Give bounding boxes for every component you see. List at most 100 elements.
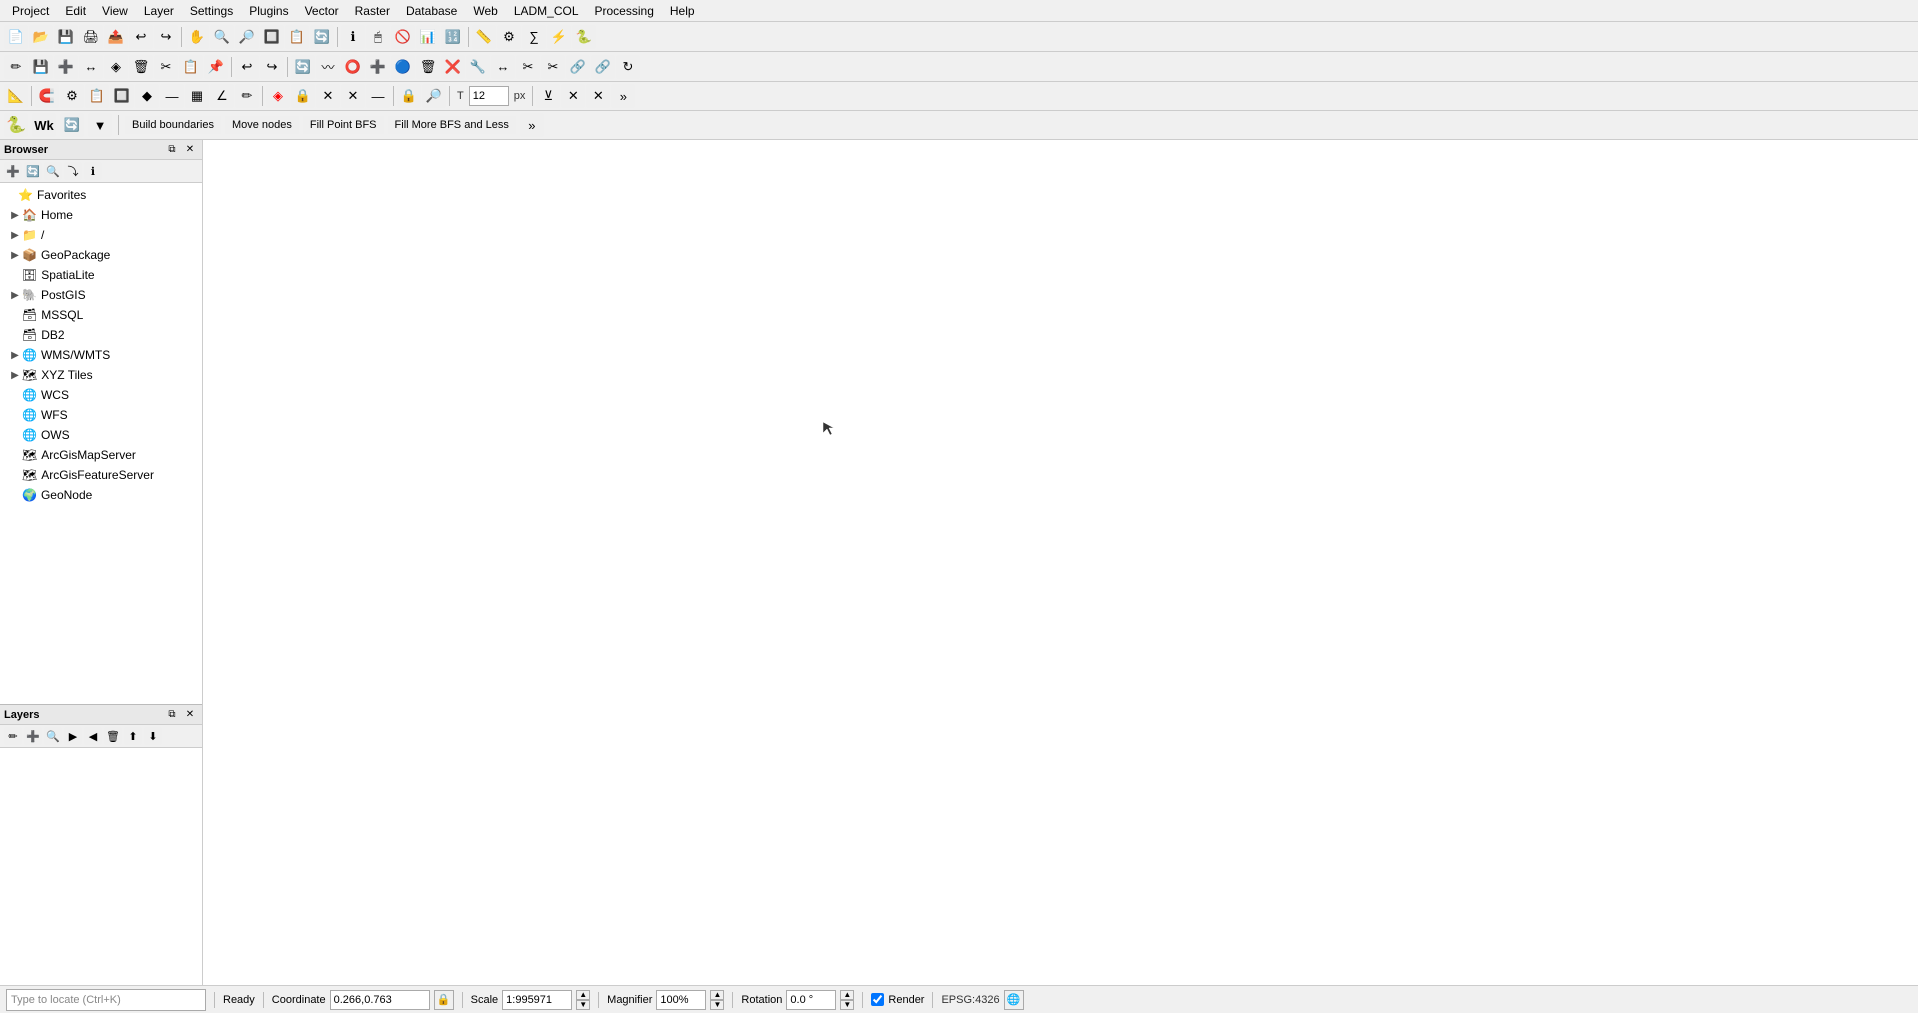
browser-tree-item[interactable]: 🗺ArcGisFeatureServer xyxy=(2,465,200,485)
attribute-table-button[interactable]: 📊 xyxy=(416,25,440,49)
browser-tree-item[interactable]: 🌐WCS xyxy=(2,385,200,405)
lock-angle-button[interactable]: ✕ xyxy=(316,84,340,108)
lock-scale-button[interactable]: 🔒 xyxy=(291,84,315,108)
redo-button[interactable]: ↪ xyxy=(154,25,178,49)
more-btn[interactable]: » xyxy=(611,84,635,108)
pan-button[interactable]: ✋ xyxy=(185,25,209,49)
layers-close-button[interactable]: ✕ xyxy=(182,707,198,723)
redo-edit-button[interactable]: ↪ xyxy=(260,55,284,79)
ladm-refresh-button[interactable]: 🔄 xyxy=(60,113,84,137)
render-checkbox[interactable] xyxy=(871,993,884,1006)
zoom-layer-button[interactable]: 📋 xyxy=(285,25,309,49)
rotate-button[interactable]: ↻ xyxy=(616,55,640,79)
scale-lock-button[interactable]: 🔒 xyxy=(397,84,421,108)
epsg-label[interactable]: EPSG:4326 xyxy=(941,994,999,1006)
browser-tree-item[interactable]: 🌐WFS xyxy=(2,405,200,425)
delete-ring-button[interactable]: 🗑 xyxy=(416,55,440,79)
layers-up-button[interactable]: ⬆ xyxy=(124,727,142,745)
ladm-dropdown-button[interactable]: ▼ xyxy=(88,113,112,137)
field-calc-button[interactable]: 🔢 xyxy=(441,25,465,49)
merge-features-button[interactable]: 🔗 xyxy=(566,55,590,79)
python-button[interactable]: 🐍 xyxy=(572,25,596,49)
browser-tree-item[interactable]: ▶📦GeoPackage xyxy=(2,245,200,265)
menu-settings[interactable]: Settings xyxy=(182,2,241,20)
add-feature-button[interactable]: ➕ xyxy=(54,55,78,79)
rotation-down-button[interactable]: ▼ xyxy=(840,1000,854,1010)
browser-tree-item[interactable]: 🗃MSSQL xyxy=(2,305,200,325)
node-tool-button[interactable]: ◈ xyxy=(104,55,128,79)
snap-config-button[interactable]: ⚙ xyxy=(60,84,84,108)
browser-tree-item[interactable]: 🗃DB2 xyxy=(2,325,200,345)
fill-point-bfs-button[interactable]: Fill Point BFS xyxy=(303,116,384,134)
menu-layer[interactable]: Layer xyxy=(136,2,182,20)
browser-tree-item[interactable]: ▶🗺XYZ Tiles xyxy=(2,365,200,385)
magnifier-up-button[interactable]: ▲ xyxy=(710,990,724,1000)
offset-button[interactable]: ↔ xyxy=(491,55,515,79)
menu-processing[interactable]: Processing xyxy=(587,2,662,20)
save-project-button[interactable]: 💾 xyxy=(54,25,78,49)
browser-tree-item[interactable]: 🌐OWS xyxy=(2,425,200,445)
vertex-editor-button[interactable]: ◈ xyxy=(266,84,290,108)
identify-button[interactable]: ℹ xyxy=(341,25,365,49)
measure-button[interactable]: 📏 xyxy=(472,25,496,49)
browser-tree-item[interactable]: ▶📁/ xyxy=(2,225,200,245)
ladm-wk-button[interactable]: Wk xyxy=(32,113,56,137)
layers-float-button[interactable]: ⧉ xyxy=(164,707,180,723)
tracing-button[interactable]: ✏ xyxy=(235,84,259,108)
menu-web[interactable]: Web xyxy=(465,2,505,20)
browser-refresh-button[interactable]: 🔄 xyxy=(24,162,42,180)
select-button[interactable]: 🖱 xyxy=(366,25,390,49)
epsg-button[interactable]: 🌐 xyxy=(1004,990,1024,1010)
layers-edit-button[interactable]: ✏ xyxy=(4,727,22,745)
magnifier-down-button[interactable]: ▼ xyxy=(710,1000,724,1010)
menu-database[interactable]: Database xyxy=(398,2,465,20)
merge-attr-button[interactable]: 🔗 xyxy=(591,55,615,79)
menu-ladm-col[interactable]: LADM_COL xyxy=(506,2,587,20)
save-as-button[interactable]: 🖨 xyxy=(79,25,103,49)
reshape-button[interactable]: 🔧 xyxy=(466,55,490,79)
undo-button[interactable]: ↩ xyxy=(129,25,153,49)
snap-sel-button[interactable]: 🔲 xyxy=(110,84,134,108)
filter-x-button[interactable]: ✕ xyxy=(561,84,585,108)
lock-x-button[interactable]: ✕ xyxy=(341,84,365,108)
edit-toggle-button[interactable]: ✏ xyxy=(4,55,28,79)
sum-button[interactable]: ∑ xyxy=(522,25,546,49)
snap-layers-button[interactable]: 📋 xyxy=(85,84,109,108)
split-features-button[interactable]: ✂ xyxy=(516,55,540,79)
more-adv-button[interactable]: » xyxy=(520,113,544,137)
rotation-up-button[interactable]: ▲ xyxy=(840,990,854,1000)
layers-expand-button[interactable]: ▶ xyxy=(64,727,82,745)
browser-tree-item[interactable]: ▶🏠Home xyxy=(2,205,200,225)
menu-project[interactable]: Project xyxy=(4,2,57,20)
split-parts-button[interactable]: ✂ xyxy=(541,55,565,79)
move-nodes-button[interactable]: Move nodes xyxy=(225,116,299,134)
menu-view[interactable]: View xyxy=(94,2,136,20)
build-boundaries-button[interactable]: Build boundaries xyxy=(125,116,221,134)
settings-button[interactable]: ⚙ xyxy=(497,25,521,49)
scale-down-button[interactable]: ▼ xyxy=(576,1000,590,1010)
menu-plugins[interactable]: Plugins xyxy=(241,2,296,20)
rotate-point-button[interactable]: 🔄 xyxy=(291,55,315,79)
map-canvas[interactable] xyxy=(203,140,1918,985)
scale-input[interactable] xyxy=(502,990,572,1010)
browser-tree-item[interactable]: ⭐Favorites xyxy=(2,185,200,205)
zoom-in-button[interactable]: 🔍 xyxy=(210,25,234,49)
browser-tree-item[interactable]: 🗺ArcGisMapServer xyxy=(2,445,200,465)
paste-features-button[interactable]: 📌 xyxy=(204,55,228,79)
enable-snapping-button[interactable]: 🧲 xyxy=(35,84,59,108)
deselect-button[interactable]: 🚫 xyxy=(391,25,415,49)
coordinate-lock-button[interactable]: 🔒 xyxy=(434,990,454,1010)
layers-filter-button[interactable]: 🔍 xyxy=(44,727,62,745)
browser-tree-item[interactable]: 🌍GeoNode xyxy=(2,485,200,505)
browser-tree-item[interactable]: ▶🐘PostGIS xyxy=(2,285,200,305)
browser-tree-item[interactable]: 🗄SpatiaLite xyxy=(2,265,200,285)
browser-close-button[interactable]: ✕ xyxy=(182,142,198,158)
new-project-button[interactable]: 📄 xyxy=(4,25,28,49)
browser-properties-button[interactable]: ℹ xyxy=(84,162,102,180)
snap-angle-button[interactable]: ∠ xyxy=(210,84,234,108)
magnifier-input[interactable] xyxy=(656,990,706,1010)
layers-remove-button[interactable]: 🗑 xyxy=(104,727,122,745)
filter-y-button[interactable]: ✕ xyxy=(586,84,610,108)
coordinate-input[interactable] xyxy=(330,990,430,1010)
delete-selected-button[interactable]: 🗑 xyxy=(129,55,153,79)
